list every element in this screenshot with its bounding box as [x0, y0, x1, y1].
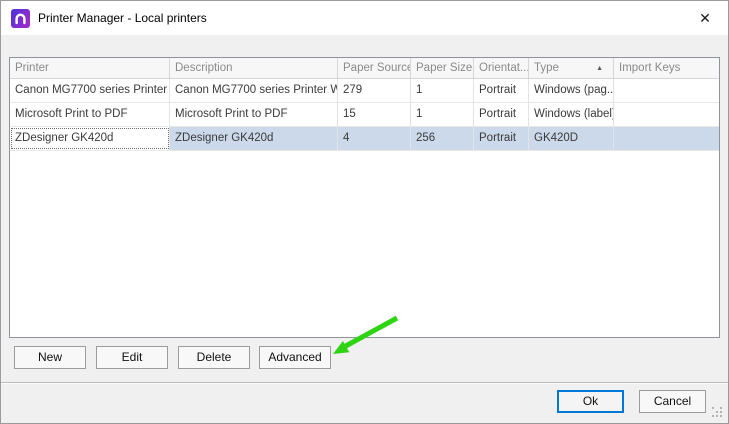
table-row[interactable]: Microsoft Print to PDFMicrosoft Print to…: [10, 103, 719, 127]
column-header-label: Paper Size: [416, 59, 472, 78]
column-header-paper-source[interactable]: Paper Source: [338, 58, 411, 78]
ok-button[interactable]: Ok: [557, 390, 624, 413]
column-header-label: Type: [534, 59, 559, 78]
table-cell[interactable]: Canon MG7700 series Printer ...: [10, 79, 170, 102]
table-cell[interactable]: [614, 127, 719, 150]
title-bar: Printer Manager - Local printers ✕: [1, 1, 728, 35]
table-cell[interactable]: 1: [411, 79, 474, 102]
advanced-button[interactable]: Advanced: [259, 346, 331, 369]
table-cell[interactable]: Windows (label): [529, 103, 614, 126]
resize-grip[interactable]: [711, 406, 723, 418]
column-header-description[interactable]: Description: [170, 58, 338, 78]
column-header-printer[interactable]: Printer: [10, 58, 170, 78]
new-button[interactable]: New: [14, 346, 86, 369]
printer-manager-dialog: Printer Manager - Local printers ✕ Print…: [0, 0, 729, 424]
printers-table: Printer Description Paper Source Paper Size…: [9, 57, 720, 338]
column-header-label: Orientat...: [479, 59, 529, 78]
delete-button[interactable]: Delete: [178, 346, 250, 369]
table-cell[interactable]: 4: [338, 127, 411, 150]
column-header-label: Paper Source: [343, 59, 411, 78]
table-cell[interactable]: Portrait: [474, 103, 529, 126]
table-cell[interactable]: ZDesigner GK420d: [10, 127, 170, 150]
window-title: Printer Manager - Local printers: [38, 11, 207, 25]
table-header-row: Printer Description Paper Source Paper Size…: [10, 58, 719, 79]
table-row[interactable]: Canon MG7700 series Printer ...Canon MG7…: [10, 79, 719, 103]
table-cell[interactable]: 279: [338, 79, 411, 102]
table-cell[interactable]: 15: [338, 103, 411, 126]
table-cell[interactable]: Microsoft Print to PDF: [170, 103, 338, 126]
table-cell[interactable]: 1: [411, 103, 474, 126]
column-header-orientat[interactable]: Orientat...: [474, 58, 529, 78]
table-cell[interactable]: Microsoft Print to PDF: [10, 103, 170, 126]
table-cell[interactable]: [614, 103, 719, 126]
app-logo-icon: [11, 9, 30, 28]
table-row[interactable]: ZDesigner GK420dZDesigner GK420d4256Port…: [10, 127, 719, 151]
table-cell[interactable]: GK420D: [529, 127, 614, 150]
column-header-label: Printer: [15, 59, 49, 78]
table-cell[interactable]: Canon MG7700 series Printer WS: [170, 79, 338, 102]
table-cell[interactable]: ZDesigner GK420d: [170, 127, 338, 150]
edit-button[interactable]: Edit: [96, 346, 168, 369]
column-header-paper-size[interactable]: Paper Size: [411, 58, 474, 78]
table-cell[interactable]: Portrait: [474, 127, 529, 150]
column-header-import-keys[interactable]: Import Keys: [614, 58, 719, 78]
table-cell[interactable]: Windows (pag...: [529, 79, 614, 102]
table-cell[interactable]: 256: [411, 127, 474, 150]
column-header-label: Import Keys: [619, 59, 680, 78]
sort-ascending-icon: ▲: [596, 59, 603, 78]
table-cell[interactable]: Portrait: [474, 79, 529, 102]
column-header-label: Description: [175, 59, 233, 78]
table-body: Canon MG7700 series Printer ...Canon MG7…: [10, 79, 719, 151]
column-header-type[interactable]: Type ▲: [529, 58, 614, 78]
arch-glyph: [14, 12, 27, 25]
close-icon[interactable]: ✕: [695, 8, 715, 28]
footer-separator: [1, 382, 728, 384]
cancel-button[interactable]: Cancel: [639, 390, 706, 413]
table-cell[interactable]: [614, 79, 719, 102]
